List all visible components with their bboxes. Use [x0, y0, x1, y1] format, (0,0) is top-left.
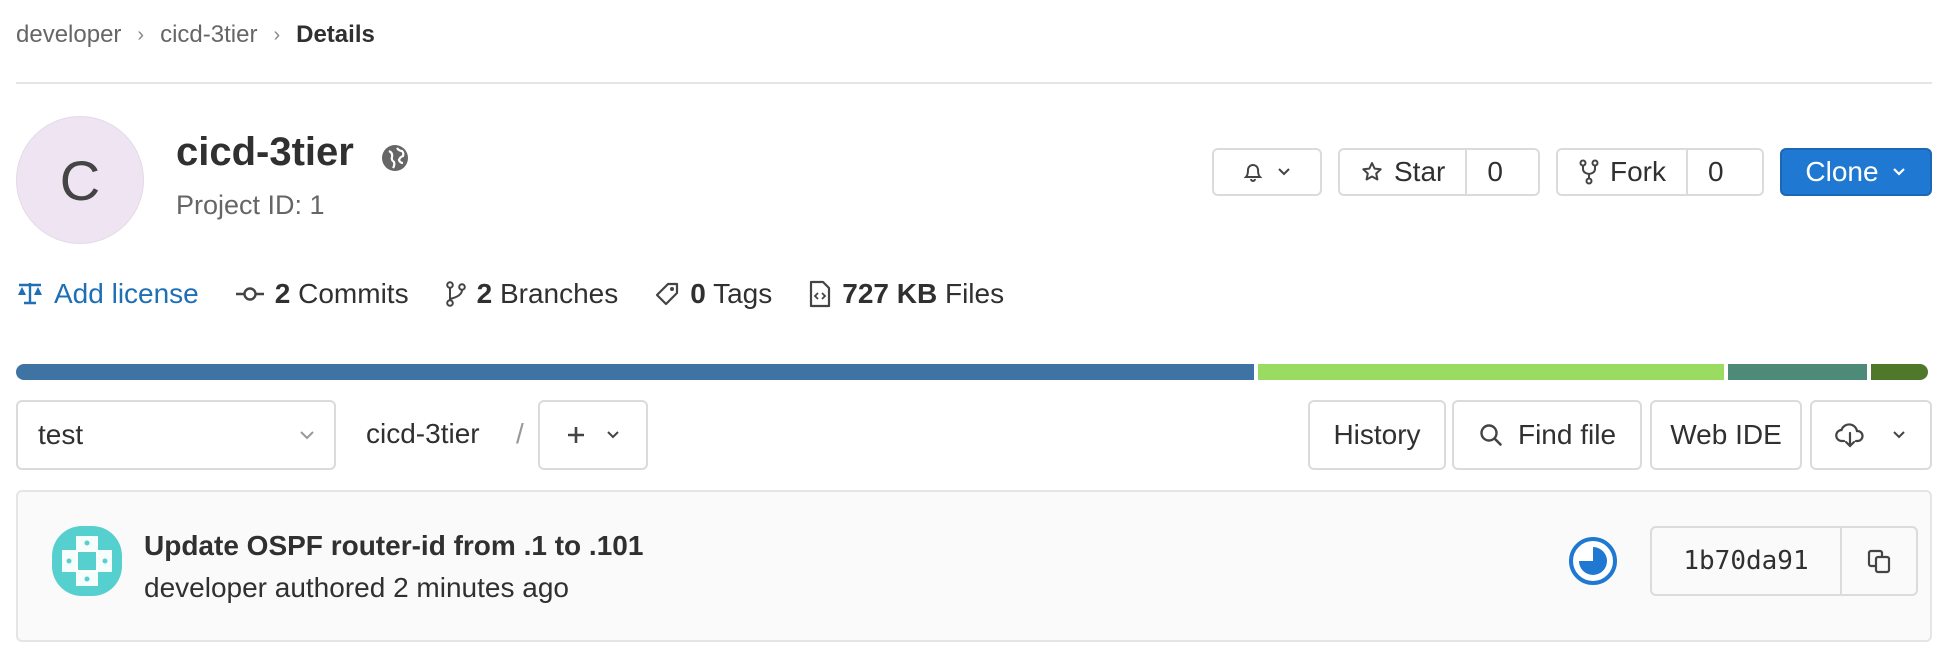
scale-icon: [18, 283, 42, 305]
globe-icon: [382, 145, 408, 171]
commit-author-avatar[interactable]: [52, 526, 122, 596]
breadcrumb: developer › cicd-3tier › Details: [16, 18, 375, 52]
breadcrumb-item-developer[interactable]: developer: [16, 21, 121, 49]
commits-link[interactable]: 2 Commits: [235, 278, 409, 310]
clone-button[interactable]: Clone: [1780, 148, 1932, 196]
project-title: cicd-3tier: [176, 130, 354, 174]
copy-icon: [1867, 549, 1891, 574]
chevron-down-icon: [300, 431, 314, 440]
plus-icon: [568, 427, 584, 443]
fork-button[interactable]: Fork 0: [1556, 148, 1764, 196]
branches-count: 2: [476, 278, 493, 309]
star-button[interactable]: Star 0: [1338, 148, 1540, 196]
file-code-icon: [810, 280, 831, 308]
fork-label: Fork: [1610, 156, 1666, 187]
files-label: Files: [944, 278, 1005, 309]
commit-meta: developer authored 2 minutes ago: [144, 572, 569, 603]
star-label: Star: [1394, 156, 1446, 187]
last-commit-panel: Update OSPF router-id from .1 to .101 de…: [16, 490, 1932, 642]
add-license-link[interactable]: Add license: [16, 278, 199, 310]
commits-count: 2: [274, 278, 291, 309]
header-divider: [16, 82, 1932, 84]
copy-sha-button[interactable]: [1842, 528, 1916, 594]
commit-title[interactable]: Update OSPF router-id from .1 to .101: [144, 530, 643, 562]
find-file-label: Find file: [1517, 419, 1617, 450]
bell-icon: [1243, 164, 1263, 182]
breadcrumb-current[interactable]: Details: [296, 21, 375, 49]
project-stats: Add license 2 Commits 2 Branches 0 Tags …: [16, 274, 1040, 314]
web-ide-button[interactable]: Web IDE: [1650, 400, 1802, 470]
language-segment[interactable]: [16, 364, 1254, 380]
tags-label: Tags: [713, 278, 773, 309]
tags-count: 0: [690, 278, 706, 309]
search-icon: [1480, 424, 1502, 446]
language-segment[interactable]: [1257, 364, 1725, 380]
clone-label: Clone: [1805, 156, 1879, 187]
language-segment[interactable]: [1871, 364, 1929, 380]
branches-link[interactable]: 2 Branches: [445, 278, 619, 310]
cloud-download-icon: [1835, 423, 1864, 448]
project-id: Project ID: 1: [176, 190, 325, 220]
notification-button[interactable]: [1212, 148, 1322, 196]
commit-icon: [235, 287, 264, 301]
chevron-down-icon: [1278, 168, 1290, 176]
commit-sha[interactable]: 1b70da91: [1652, 528, 1842, 594]
commit-sha-group: 1b70da91: [1650, 526, 1918, 596]
star-count[interactable]: 0: [1465, 150, 1523, 194]
tag-icon: [656, 282, 679, 306]
chevron-right-icon: ›: [137, 23, 145, 46]
fork-count[interactable]: 0: [1686, 150, 1744, 194]
files-size: 727 KB: [842, 278, 938, 309]
repo-path-root[interactable]: cicd-3tier: [366, 418, 480, 450]
star-icon: [1362, 162, 1382, 181]
chevron-down-icon: [607, 431, 619, 439]
files-link[interactable]: 727 KB Files: [808, 278, 1004, 310]
branch-icon: [445, 281, 466, 307]
project-avatar[interactable]: C: [16, 116, 144, 244]
repository-languages-bar[interactable]: [16, 364, 1932, 380]
add-license-label: Add license: [54, 278, 199, 309]
tags-link[interactable]: 0 Tags: [654, 278, 772, 310]
breadcrumb-item-project[interactable]: cicd-3tier: [160, 21, 257, 49]
pipeline-running-icon[interactable]: [1568, 536, 1618, 586]
chevron-down-icon: [1893, 431, 1905, 439]
chevron-down-icon: [1892, 168, 1905, 176]
fork-icon: [1579, 159, 1599, 185]
path-separator: /: [516, 418, 524, 449]
find-file-button[interactable]: Find file: [1452, 400, 1642, 470]
branch-selector[interactable]: test: [16, 400, 336, 470]
language-segment[interactable]: [1728, 364, 1868, 380]
chevron-right-icon: ›: [273, 23, 281, 46]
history-button[interactable]: History: [1308, 400, 1446, 470]
branches-label: Branches: [499, 278, 619, 309]
download-button[interactable]: [1810, 400, 1932, 470]
add-to-tree-button[interactable]: [538, 400, 648, 470]
branch-selector-value: test: [38, 419, 84, 450]
commits-label: Commits: [298, 278, 409, 309]
